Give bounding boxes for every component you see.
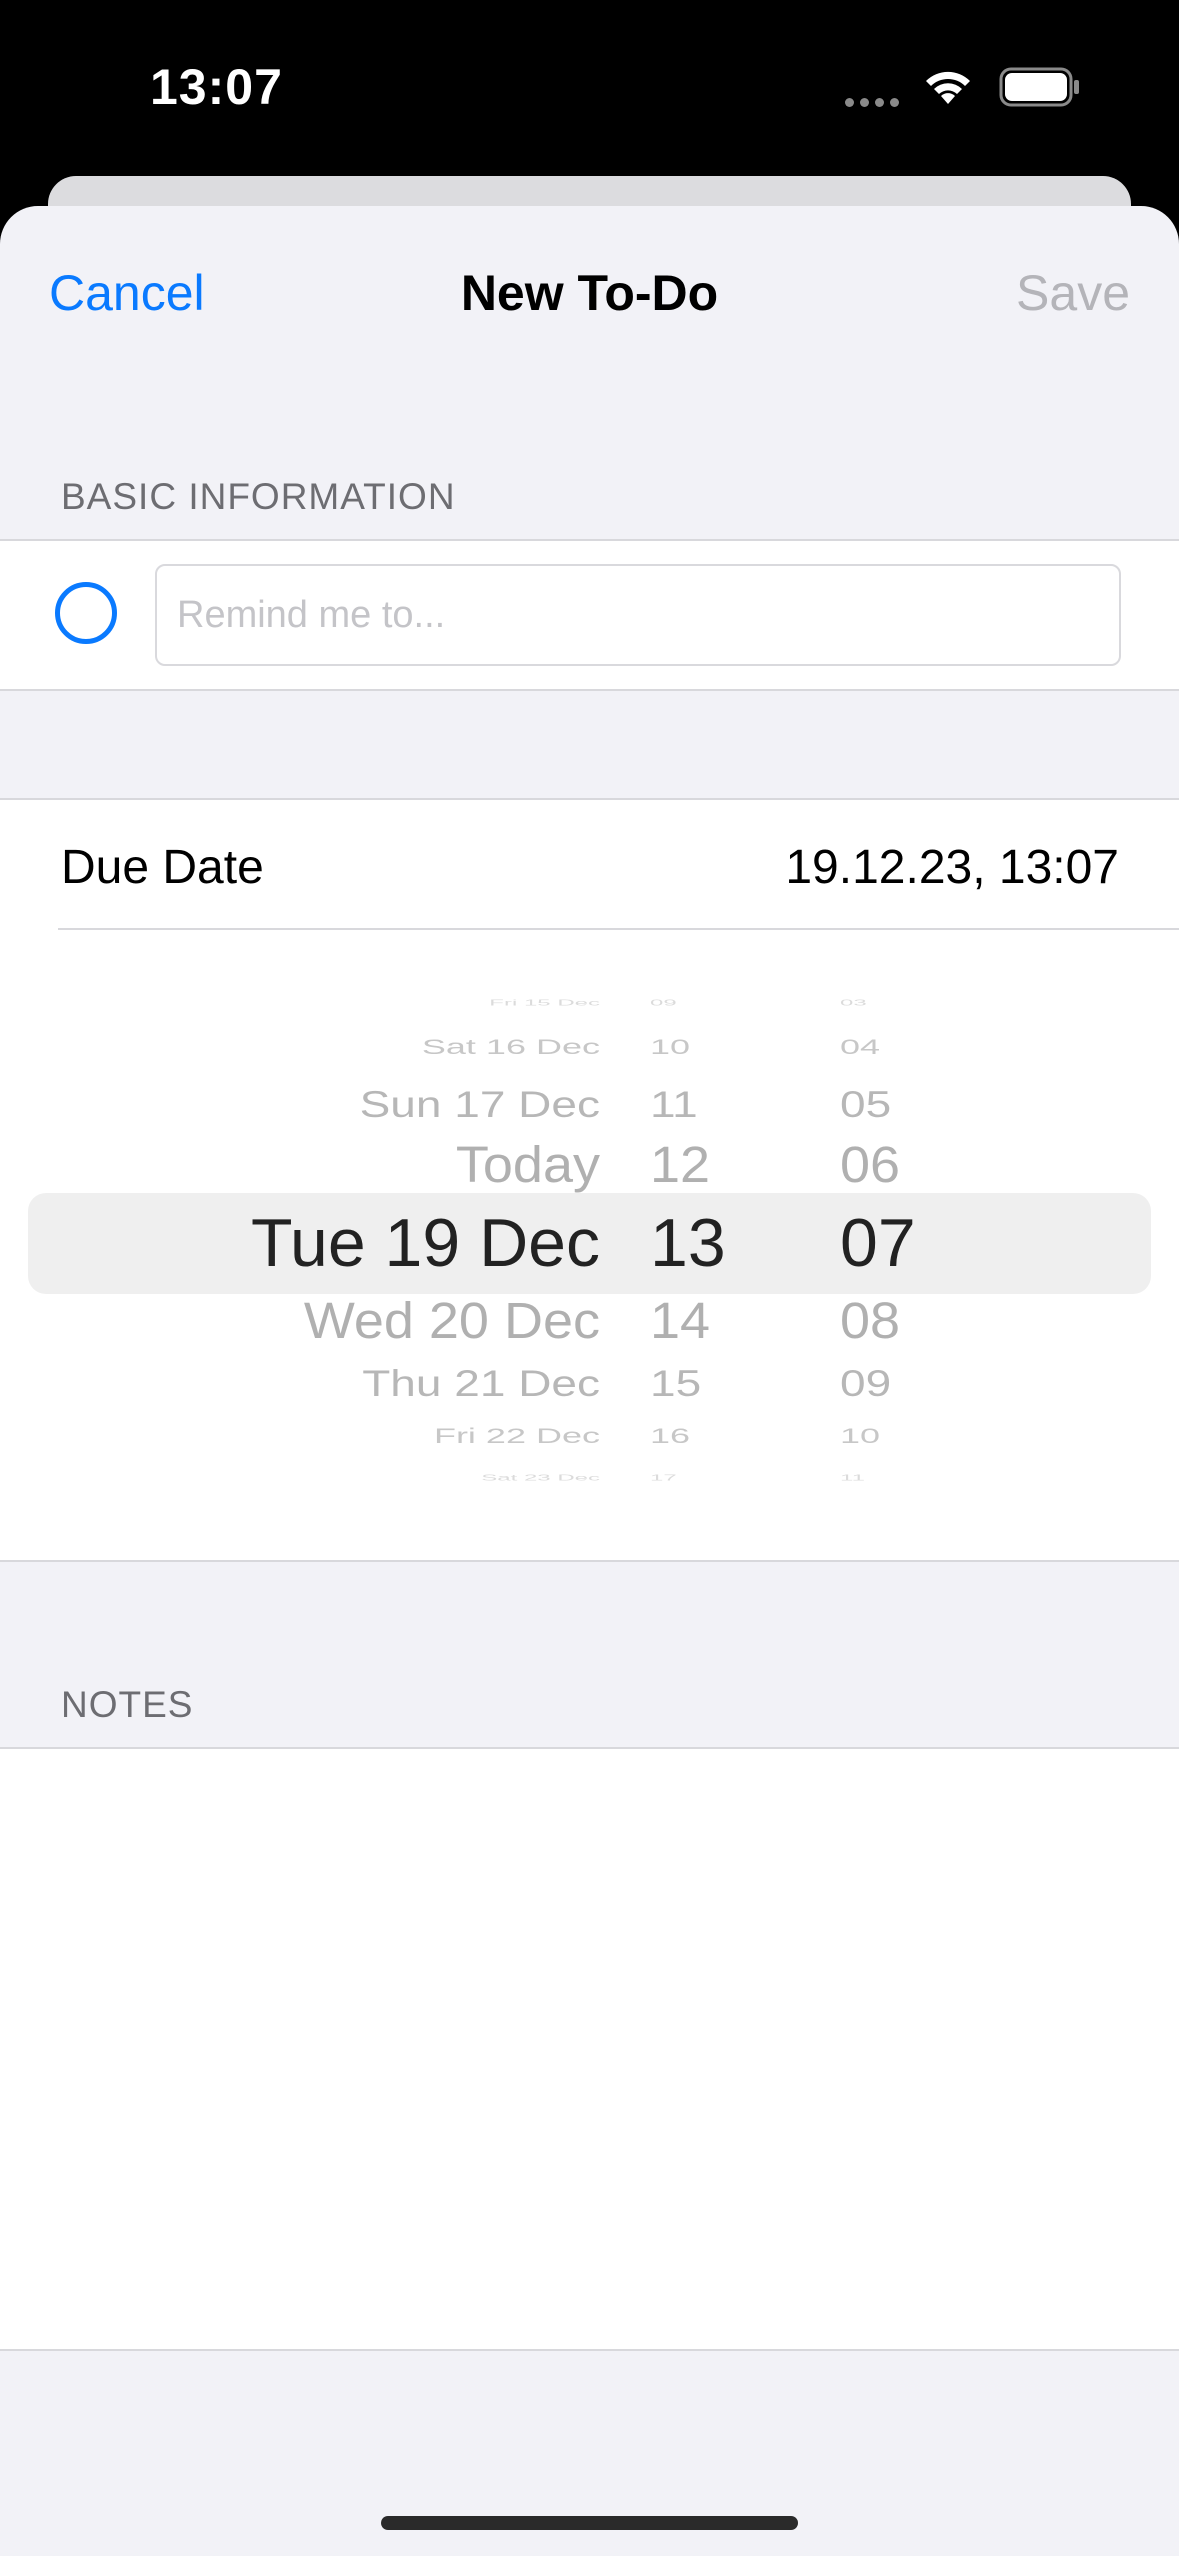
home-indicator (381, 2516, 798, 2530)
new-todo-sheet: New To-Do Cancel Save BASIC INFORMATION … (0, 206, 1179, 2556)
save-button[interactable]: Save (1016, 264, 1130, 322)
picker-day-option[interactable]: Sat 23 Dec (481, 1474, 600, 1482)
picker-day-column[interactable]: Fri 15 Dec Sat 16 Dec Sun 17 Dec Today Tue 1… (0, 930, 600, 1558)
picker-minute-option[interactable]: 08 (840, 1295, 900, 1346)
cellular-signal-icon (845, 94, 905, 112)
battery-icon (999, 67, 1081, 112)
basic-information-group (0, 539, 1179, 691)
picker-hour-option[interactable]: 09 (650, 999, 677, 1007)
due-date-label: Due Date (61, 841, 264, 894)
picker-minute-option[interactable]: 04 (840, 1036, 880, 1058)
picker-hour-option[interactable]: 17 (650, 1474, 677, 1482)
wifi-icon (922, 66, 974, 111)
picker-minute-option[interactable]: 03 (840, 999, 867, 1007)
picker-hour-option[interactable]: 14 (650, 1295, 710, 1346)
picker-day-option[interactable]: Wed 20 Dec (304, 1295, 600, 1346)
picker-hour-column[interactable]: 09 10 11 12 13 14 15 16 17 (600, 930, 780, 1558)
picker-minute-option[interactable]: 07 (840, 1209, 916, 1277)
picker-day-option[interactable]: Sat 16 Dec (422, 1036, 600, 1058)
date-time-picker[interactable]: Fri 15 Dec Sat 16 Dec Sun 17 Dec Today Tue 1… (0, 930, 1179, 1558)
notes-textarea[interactable] (0, 1749, 1179, 2349)
picker-day-option[interactable]: Tue 19 Dec (251, 1209, 600, 1277)
picker-day-option[interactable]: Fri 15 Dec (489, 999, 600, 1007)
picker-minute-option[interactable]: 10 (840, 1425, 880, 1447)
completion-circle-icon[interactable] (55, 582, 117, 644)
picker-minute-option[interactable]: 11 (840, 1474, 865, 1482)
picker-day-option[interactable]: Thu 21 Dec (362, 1365, 600, 1402)
reminder-title-input[interactable] (155, 564, 1121, 666)
notes-group (0, 1747, 1179, 2351)
picker-hour-option[interactable]: 15 (650, 1365, 701, 1402)
picker-minute-option[interactable]: 06 (840, 1139, 900, 1190)
picker-hour-option[interactable]: 13 (650, 1209, 726, 1277)
picker-day-option[interactable]: Sun 17 Dec (360, 1086, 600, 1123)
due-date-value[interactable]: 19.12.23, 13:07 (785, 840, 1119, 895)
picker-day-option[interactable]: Fri 22 Dec (434, 1425, 600, 1447)
picker-day-option[interactable]: Today (456, 1139, 600, 1190)
basic-information-header: BASIC INFORMATION (61, 476, 456, 517)
picker-hour-option[interactable]: 10 (650, 1036, 690, 1058)
picker-hour-option[interactable]: 12 (650, 1139, 710, 1190)
due-date-group: Due Date 19.12.23, 13:07 Fri 15 Dec Sat 1… (0, 798, 1179, 1562)
notes-header: NOTES (61, 1684, 194, 1725)
picker-hour-option[interactable]: 11 (650, 1086, 698, 1123)
picker-hour-option[interactable]: 16 (650, 1425, 690, 1447)
picker-minute-option[interactable]: 05 (840, 1086, 891, 1123)
status-time: 13:07 (150, 59, 283, 115)
picker-minute-column[interactable]: 03 04 05 06 07 08 09 10 11 (780, 930, 960, 1558)
picker-minute-option[interactable]: 09 (840, 1365, 891, 1402)
cancel-button[interactable]: Cancel (49, 264, 205, 322)
